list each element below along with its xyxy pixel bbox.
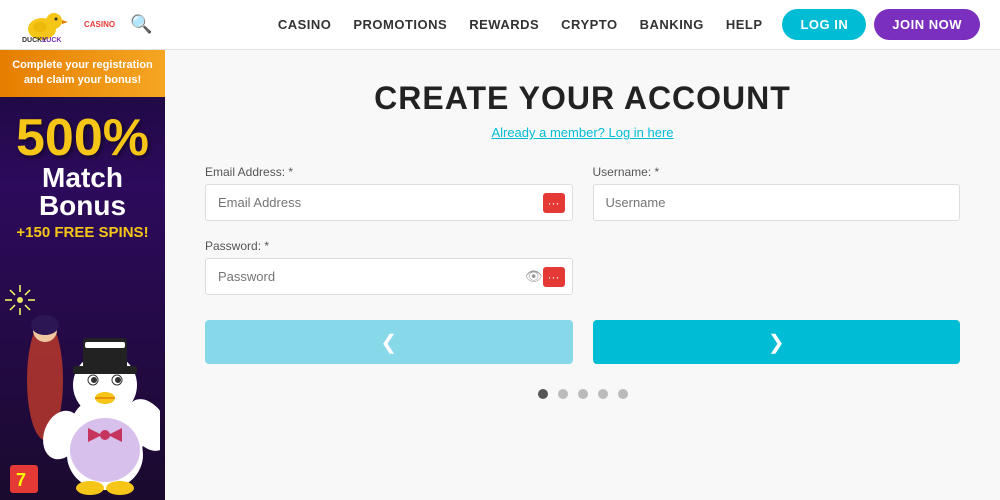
next-icon: ❯ <box>768 330 785 355</box>
nav-item-casino[interactable]: CASINO <box>278 17 332 32</box>
bonus-match-label: Match <box>10 164 155 192</box>
eye-icon[interactable]: 👁 <box>525 268 543 285</box>
page-title: CREATE YOUR ACCOUNT <box>205 80 960 117</box>
dot-5[interactable] <box>618 389 628 399</box>
main-layout: Complete your registration and claim you… <box>0 50 1000 500</box>
prev-icon: ❮ <box>380 330 397 355</box>
email-input[interactable] <box>205 184 573 221</box>
form-row-1: Email Address: * ··· Username: * <box>205 165 960 221</box>
dot-3[interactable] <box>578 389 588 399</box>
dot-4[interactable] <box>598 389 608 399</box>
join-now-button[interactable]: JOIN NOW <box>874 9 980 40</box>
nav-item-rewards[interactable]: REWARDS <box>469 17 539 32</box>
already-member-link[interactable]: Already a member? Log in here <box>205 125 960 140</box>
nav-item-crypto[interactable]: CRYPTO <box>561 17 617 32</box>
username-input[interactable] <box>593 184 961 221</box>
prev-button[interactable]: ❮ <box>205 320 573 364</box>
dot-2[interactable] <box>558 389 568 399</box>
sidebar-top-banner: Complete your registration and claim you… <box>0 50 165 97</box>
bonus-free-spins: +150 FREE SPINS! <box>10 224 155 241</box>
sidebar-bonus-info: 500% Match Bonus +150 FREE SPINS! <box>0 97 165 241</box>
nav-buttons: ❮ ❯ <box>205 320 960 364</box>
main-content: CREATE YOUR ACCOUNT Already a member? Lo… <box>165 50 1000 500</box>
username-label: Username: * <box>593 165 961 179</box>
nav-item-promotions[interactable]: PROMOTIONS <box>353 17 447 32</box>
password-input-wrapper: 👁 ··· <box>205 258 573 295</box>
dot-1[interactable] <box>538 389 548 399</box>
logo[interactable]: DUCKY LUCK CASINO <box>20 7 115 43</box>
bonus-label: Bonus <box>10 192 155 220</box>
sidebar-banner: Complete your registration and claim you… <box>0 50 165 500</box>
login-button[interactable]: LOG IN <box>782 9 866 40</box>
password-icon[interactable]: ··· <box>543 267 565 287</box>
main-nav: CASINO PROMOTIONS REWARDS CRYPTO BANKING… <box>278 17 763 32</box>
email-icon[interactable]: ··· <box>543 193 565 213</box>
email-group: Email Address: * ··· <box>205 165 573 221</box>
email-input-wrapper: ··· <box>205 184 573 221</box>
password-label: Password: * <box>205 239 573 253</box>
username-group: Username: * <box>593 165 961 221</box>
form-row-2: Password: * 👁 ··· <box>205 239 960 295</box>
nav-item-banking[interactable]: BANKING <box>640 17 704 32</box>
password-group: Password: * 👁 ··· <box>205 239 573 295</box>
next-button[interactable]: ❯ <box>593 320 961 364</box>
email-label: Email Address: * <box>205 165 573 179</box>
progress-dots <box>205 389 960 399</box>
sidebar-characters: 7 <box>0 270 165 500</box>
svg-text:LUCK: LUCK <box>42 37 61 43</box>
header: DUCKY LUCK CASINO 🔍 CASINO PROMOTIONS RE… <box>0 0 1000 50</box>
svg-text:7: 7 <box>16 470 26 490</box>
search-icon[interactable]: 🔍 <box>130 14 152 35</box>
password-input[interactable] <box>205 258 573 295</box>
empty-group <box>593 239 961 295</box>
bonus-percentage: 500% <box>10 112 155 164</box>
username-input-wrapper <box>593 184 961 221</box>
nav-item-help[interactable]: HELP <box>726 17 763 32</box>
